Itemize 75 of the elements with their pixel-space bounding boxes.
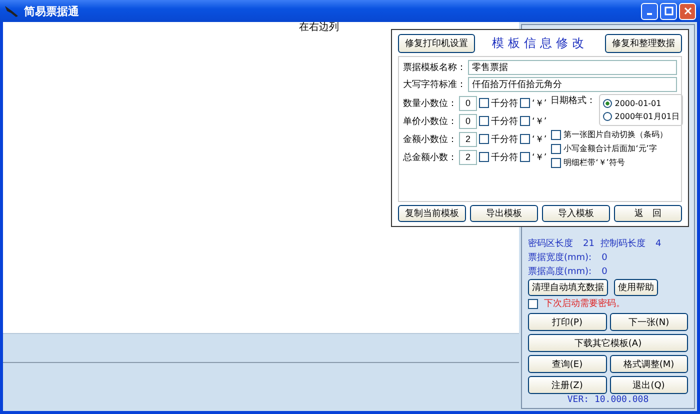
checkbox[interactable] xyxy=(550,130,561,140)
date-format-label: 日期格式： xyxy=(550,94,596,108)
checkbox[interactable] xyxy=(520,152,530,162)
action-button[interactable]: 打印(P) xyxy=(528,313,606,331)
tool-button[interactable]: 使用帮助 xyxy=(614,279,658,296)
action-button[interactable]: 退出(Q) xyxy=(610,376,688,394)
action-button[interactable]: 注册(Z) xyxy=(528,376,606,394)
checkbox[interactable] xyxy=(520,116,530,126)
checkbox[interactable] xyxy=(550,144,561,154)
dialog-button[interactable]: 复制当前模板 xyxy=(398,205,466,222)
radio-button[interactable] xyxy=(602,112,612,121)
info-label: 密码区长度 xyxy=(528,238,573,250)
tool-button[interactable]: 清理自动填充数据 xyxy=(528,279,608,296)
checkbox-label: ‘￥’ xyxy=(532,134,547,146)
dialog-button[interactable]: 导出模板 xyxy=(470,205,538,222)
checkbox-label: 小写金额合计后面加‘元’字 xyxy=(564,143,657,154)
checkbox-label: 千分符 xyxy=(491,134,518,146)
checkbox-label: ‘￥’ xyxy=(532,116,547,128)
number-field[interactable]: 2 xyxy=(459,132,477,146)
action-button[interactable]: 下载其它模板(A) xyxy=(528,334,688,352)
info-label: 控制码长度 xyxy=(600,238,646,250)
checkbox[interactable] xyxy=(479,116,489,126)
checkbox-label: 明细栏带‘￥’符号 xyxy=(564,157,625,168)
checkbox-label: 千分符 xyxy=(491,152,518,164)
checkbox[interactable] xyxy=(479,152,489,162)
maximize-icon xyxy=(664,6,674,16)
checkbox[interactable] xyxy=(479,98,489,108)
info-value: 0 xyxy=(602,252,608,262)
checkbox-label: ‘￥’ xyxy=(532,152,547,164)
field-label: 数量小数位： xyxy=(403,98,457,110)
checkbox-label: 千分符 xyxy=(491,116,518,128)
checkbox-label: 下次启动需要密码。 xyxy=(544,298,625,310)
checkbox[interactable] xyxy=(520,134,530,144)
checkbox[interactable] xyxy=(520,98,530,108)
info-label: 票据高度(mm): xyxy=(528,266,592,278)
number-field[interactable]: 0 xyxy=(459,96,477,110)
checkbox[interactable] xyxy=(479,134,489,144)
field-label: 大写字符标准： xyxy=(403,78,466,91)
action-button[interactable]: 格式调整(M) xyxy=(610,355,688,373)
checkbox-label: ‘￥’ xyxy=(532,98,547,110)
info-value: 4 xyxy=(655,238,662,248)
minimize-icon xyxy=(647,13,652,15)
action-button[interactable]: 下一张(N) xyxy=(610,313,688,331)
action-button[interactable]: 查询(E) xyxy=(528,355,606,373)
minimize-button[interactable] xyxy=(641,2,658,20)
radio-label: 2000-01-01 xyxy=(614,99,662,108)
canvas-text: 在右边列 xyxy=(299,22,339,34)
checkbox-label: 千分符 xyxy=(491,98,518,110)
radio-button[interactable] xyxy=(602,99,612,108)
text-field[interactable]: 零售票据 xyxy=(468,60,677,75)
checkbox[interactable] xyxy=(528,298,538,308)
version-text: VER: 10.000.008 xyxy=(566,395,650,405)
field-label: 票据模板名称： xyxy=(403,62,466,74)
repair-printer-button[interactable]: 修复打印机设置 xyxy=(398,34,475,53)
info-value: 0 xyxy=(602,266,608,276)
field-label: 金额小数位： xyxy=(403,134,457,146)
maximize-button[interactable] xyxy=(660,2,677,20)
text-field[interactable]: 仟佰拾万仟佰拾元角分 xyxy=(468,77,677,92)
field-label: 总金额小数： xyxy=(403,152,457,164)
info-label: 票据宽度(mm): xyxy=(528,252,592,264)
number-field[interactable]: 2 xyxy=(459,150,477,164)
dialog-button[interactable]: 导入模板 xyxy=(542,205,610,222)
radio-label: 2000年01月01日 xyxy=(614,111,680,122)
dialog-title: 模板信息修改 xyxy=(492,35,588,52)
window-title: 简易票据通 xyxy=(24,4,79,18)
close-button[interactable] xyxy=(679,2,696,20)
dialog-button[interactable]: 返 回 xyxy=(614,205,682,222)
number-field[interactable]: 0 xyxy=(459,114,477,128)
field-label: 单价小数位： xyxy=(403,116,457,128)
checkbox[interactable] xyxy=(550,158,561,168)
bird-icon xyxy=(4,3,20,19)
checkbox-label: 第一张图片自动切换（条码） xyxy=(564,129,668,140)
close-icon xyxy=(682,6,692,16)
info-value: 21 xyxy=(583,238,594,248)
repair-data-button[interactable]: 修复和整理数据 xyxy=(605,34,682,53)
